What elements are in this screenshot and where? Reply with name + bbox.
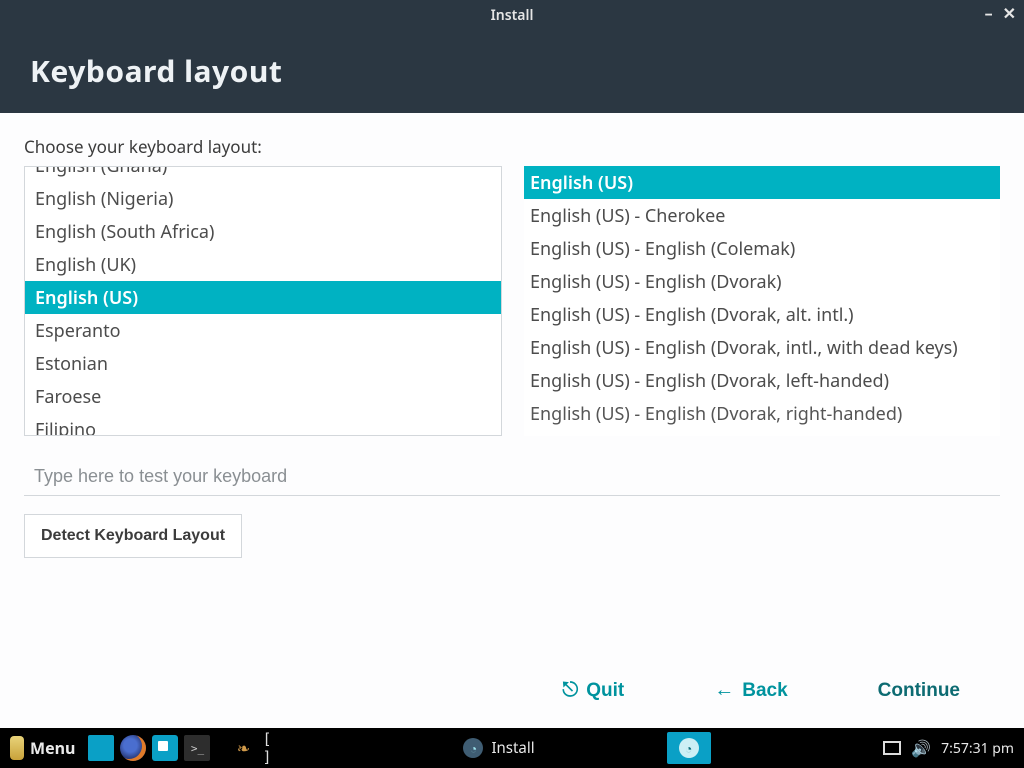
terminal-icon[interactable]: >_	[184, 735, 210, 761]
taskbar-app-label: Install	[491, 738, 534, 758]
right-layout-item[interactable]: English (US)	[524, 166, 1000, 199]
close-button[interactable]: ✕	[1003, 4, 1016, 22]
left-layout-item[interactable]: English (US)	[25, 281, 501, 314]
right-layout-item[interactable]: English (US) - English (Dvorak, right-ha…	[524, 397, 1000, 430]
left-layout-item[interactable]: Filipino	[25, 413, 501, 436]
quit-label: Quit	[586, 680, 624, 702]
taskbar-app-install[interactable]: ◔ Install	[451, 732, 546, 764]
left-layout-item[interactable]: English (South Africa)	[25, 215, 501, 248]
minimize-button[interactable]: –	[985, 4, 993, 22]
left-layout-item[interactable]: English (UK)	[25, 248, 501, 281]
right-layout-item[interactable]: English (US) - English (Dvorak, alt. int…	[524, 298, 1000, 331]
layout-variant-list[interactable]: English (US)English (US) - CherokeeEngli…	[524, 166, 1000, 436]
prompt-label: Choose your keyboard layout:	[24, 135, 1000, 158]
continue-button[interactable]: Continue	[878, 680, 960, 702]
firefox-icon[interactable]	[120, 735, 146, 761]
back-label: Back	[742, 680, 787, 702]
right-layout-item[interactable]: English (US) - English (Dvorak, intl., w…	[524, 331, 1000, 364]
left-layout-item[interactable]: Faroese	[25, 380, 501, 413]
right-layout-item[interactable]: English (US) - English (Dvorak, left-han…	[524, 364, 1000, 397]
window-title: Install	[491, 6, 534, 25]
continue-label: Continue	[878, 680, 960, 702]
titlebar: Install – ✕	[0, 0, 1024, 30]
right-layout-item[interactable]: English (US) - English (Colemak)	[524, 232, 1000, 265]
taskbar-app-install-active[interactable]: ◔	[667, 732, 711, 764]
keyboard-test-input[interactable]	[24, 458, 1000, 496]
installer-window: Install – ✕ Keyboard layout Choose your …	[0, 0, 1024, 728]
file-manager-icon[interactable]	[152, 735, 178, 761]
install-app-icon: ◔	[463, 738, 483, 758]
updater-icon[interactable]: ❧	[230, 735, 256, 761]
taskbar: Menu >_ ❧ [ ] ◔ Install ◔ 🔊 7:57:31 pm	[0, 728, 1024, 768]
arrow-left-icon: ←	[714, 679, 734, 702]
layout-lists: English (Ghana)English (Nigeria)English …	[24, 166, 1000, 436]
nav-row: ⎋ Quit ← Back Continue	[24, 659, 1000, 714]
exit-icon: ⎋	[562, 679, 578, 702]
clock[interactable]: 7:57:31 pm	[941, 739, 1014, 758]
show-desktop-icon[interactable]	[88, 735, 114, 761]
quit-button[interactable]: ⎋ Quit	[562, 679, 624, 702]
distro-logo-icon	[10, 736, 24, 760]
detect-layout-button[interactable]: Detect Keyboard Layout	[24, 514, 242, 558]
right-layout-item[interactable]: English (US) - English (Dvorak)	[524, 265, 1000, 298]
menu-label: Menu	[30, 737, 75, 759]
volume-icon[interactable]: 🔊	[911, 737, 931, 759]
content-area: Choose your keyboard layout: English (Gh…	[0, 113, 1024, 728]
layout-language-list[interactable]: English (Ghana)English (Nigeria)English …	[24, 166, 502, 436]
back-button[interactable]: ← Back	[714, 679, 787, 702]
left-layout-item[interactable]: English (Nigeria)	[25, 182, 501, 215]
page-title: Keyboard layout	[30, 50, 994, 91]
system-tray: 🔊 7:57:31 pm	[873, 737, 1024, 759]
start-menu-button[interactable]: Menu	[0, 736, 85, 760]
left-layout-item[interactable]: Estonian	[25, 347, 501, 380]
install-app-icon: ◔	[679, 738, 699, 758]
right-layout-item[interactable]: English (US) - Cherokee	[524, 199, 1000, 232]
page-header: Keyboard layout	[0, 30, 1024, 113]
window-controls: – ✕	[985, 4, 1016, 22]
left-layout-item[interactable]: Esperanto	[25, 314, 501, 347]
left-layout-item[interactable]: English (Ghana)	[25, 166, 501, 182]
display-icon[interactable]	[883, 741, 901, 755]
workspace-icon[interactable]: [ ]	[262, 735, 288, 761]
